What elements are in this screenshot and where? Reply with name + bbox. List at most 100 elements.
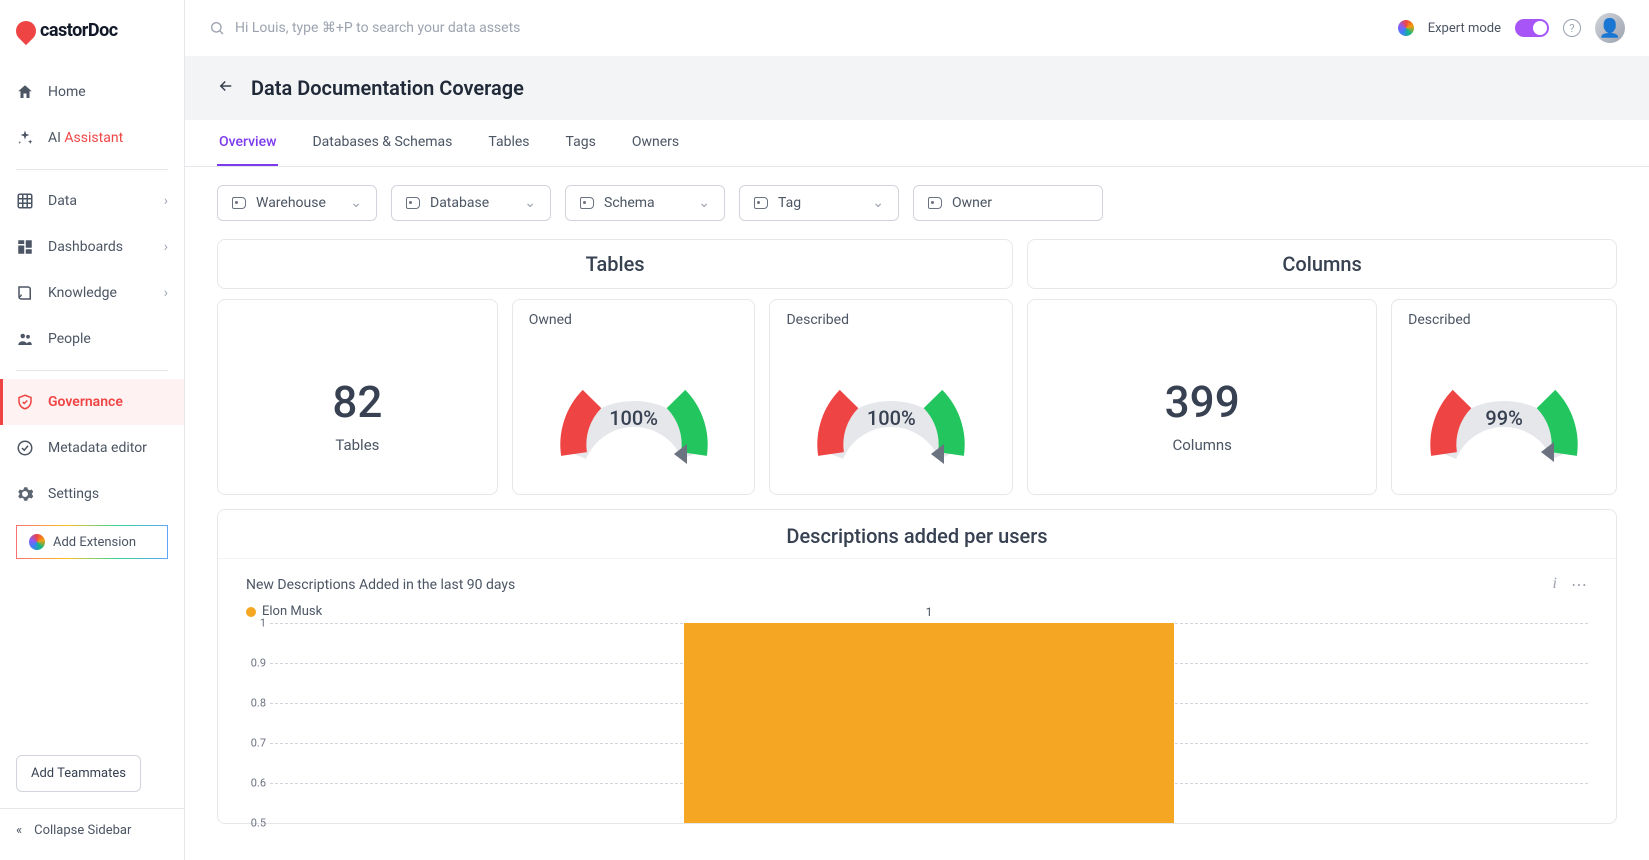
tag-icon — [232, 197, 246, 209]
columns-described-card: Described 99% — [1391, 299, 1617, 495]
sidebar-item-label: Knowledge — [48, 285, 117, 301]
topbar-right: Expert mode ? 👤 — [1398, 13, 1625, 43]
home-icon — [16, 83, 34, 101]
chevron-down-icon: ⌄ — [872, 195, 884, 211]
tables-owned-card: Owned 100% — [512, 299, 756, 495]
search-placeholder-text: Hi Louis, type ⌘+P to search your data a… — [235, 20, 520, 36]
gauge-tables-described-pct: 100% — [806, 406, 976, 430]
chart-area: New Descriptions Added in the last 90 da… — [218, 559, 1616, 823]
brand-name: castorDoc — [40, 20, 118, 41]
chevron-right-icon: › — [164, 239, 168, 255]
chevron-down-icon: ⌄ — [524, 195, 536, 211]
add-extension-label: Add Extension — [53, 535, 136, 550]
bars: 1 — [270, 623, 1588, 823]
add-extension-button[interactable]: Add Extension — [16, 525, 168, 559]
bar[interactable]: 1 — [684, 623, 1174, 823]
section-title-columns: Columns — [1028, 240, 1616, 288]
page-header: Data Documentation Coverage — [185, 56, 1649, 120]
rainbow-icon — [29, 534, 45, 550]
tag-icon — [928, 197, 942, 209]
sidebar-item-label: Home — [48, 84, 86, 100]
y-axis: 1 0.9 0.8 0.7 0.6 0.5 — [246, 623, 270, 823]
content: Tables 82 Tables Owned 100% — [185, 239, 1649, 860]
sidebar: castorDoc Home AI Assistant Data › Dashb… — [0, 0, 185, 860]
sidebar-item-label: People — [48, 331, 91, 347]
sidebar-item-governance[interactable]: Governance — [0, 379, 184, 425]
filter-tag[interactable]: Tag⌄ — [739, 185, 899, 221]
sidebar-item-label: Metadata editor — [48, 440, 147, 456]
search-input[interactable]: Hi Louis, type ⌘+P to search your data a… — [209, 20, 1386, 36]
tab-tables[interactable]: Tables — [486, 120, 531, 166]
tab-overview[interactable]: Overview — [217, 120, 278, 166]
divider — [16, 169, 168, 170]
collapse-sidebar-button[interactable]: « Collapse Sidebar — [0, 808, 184, 852]
sidebar-item-settings[interactable]: Settings — [0, 471, 184, 517]
described-label: Described — [786, 312, 996, 328]
add-teammates-button[interactable]: Add Teammates — [16, 755, 141, 792]
chevron-down-icon: ⌄ — [698, 195, 710, 211]
filter-database[interactable]: Database⌄ — [391, 185, 551, 221]
sidebar-bottom: Add Teammates « Collapse Sidebar — [0, 747, 184, 860]
topbar: Hi Louis, type ⌘+P to search your data a… — [185, 0, 1649, 56]
gauge-owned: 100% — [549, 344, 719, 474]
section-title-tables: Tables — [218, 240, 1012, 288]
owned-label: Owned — [529, 312, 739, 328]
sidebar-item-data[interactable]: Data › — [0, 178, 184, 224]
expert-mode-label: Expert mode — [1428, 21, 1501, 36]
sidebar-item-ai-assistant[interactable]: AI Assistant — [0, 115, 184, 161]
chevron-right-icon: › — [164, 285, 168, 301]
shield-icon — [16, 393, 34, 411]
tables-section: Tables 82 Tables Owned 100% — [217, 239, 1013, 495]
main: Hi Louis, type ⌘+P to search your data a… — [185, 0, 1649, 860]
sidebar-item-metadata-editor[interactable]: Metadata editor — [0, 425, 184, 471]
tables-count: 82 — [234, 376, 481, 428]
columns-count: 399 — [1044, 376, 1360, 428]
info-icon[interactable]: i — [1553, 575, 1557, 594]
back-button[interactable] — [217, 77, 235, 99]
avatar[interactable]: 👤 — [1595, 13, 1625, 43]
filters: Warehouse⌄ Database⌄ Schema⌄ Tag⌄ Owner — [185, 167, 1649, 239]
help-icon[interactable]: ? — [1563, 19, 1581, 37]
tag-icon — [580, 197, 594, 209]
gauge-tables-described: 100% — [806, 344, 976, 474]
collapse-label: Collapse Sidebar — [34, 823, 131, 838]
people-icon — [16, 330, 34, 348]
tab-owners[interactable]: Owners — [630, 120, 681, 166]
tab-databases-schemas[interactable]: Databases & Schemas — [310, 120, 454, 166]
sidebar-item-label: Settings — [48, 486, 99, 502]
tables-described-card: Described 100% — [769, 299, 1013, 495]
book-icon — [16, 284, 34, 302]
bar-chart: 1 0.9 0.8 0.7 0.6 0.5 — [270, 623, 1588, 823]
bar-value-label: 1 — [684, 605, 1174, 619]
descriptions-title: Descriptions added per users — [218, 510, 1616, 559]
legend-dot — [246, 607, 256, 617]
sidebar-item-people[interactable]: People — [0, 316, 184, 362]
gear-icon — [16, 485, 34, 503]
sidebar-item-home[interactable]: Home — [0, 69, 184, 115]
columns-section: Columns 399 Columns Described 99% — [1027, 239, 1617, 495]
rainbow-icon[interactable] — [1398, 20, 1414, 36]
filter-schema[interactable]: Schema⌄ — [565, 185, 725, 221]
more-icon[interactable]: ⋯ — [1571, 575, 1588, 594]
tab-tags[interactable]: Tags — [564, 120, 598, 166]
brand-logo[interactable]: castorDoc — [0, 0, 184, 61]
page-title: Data Documentation Coverage — [251, 76, 524, 100]
gauge-owned-pct: 100% — [549, 406, 719, 430]
chevron-down-icon: ⌄ — [350, 195, 362, 211]
filter-warehouse[interactable]: Warehouse⌄ — [217, 185, 377, 221]
sidebar-item-knowledge[interactable]: Knowledge › — [0, 270, 184, 316]
described-label: Described — [1408, 312, 1600, 328]
sidebar-item-dashboards[interactable]: Dashboards › — [0, 224, 184, 270]
descriptions-section: Descriptions added per users New Descrip… — [217, 509, 1617, 824]
grid-icon — [16, 192, 34, 210]
sidebar-item-label: Governance — [48, 394, 123, 410]
tag-icon — [406, 197, 420, 209]
sidebar-item-label: Dashboards — [48, 239, 123, 255]
filter-owner[interactable]: Owner — [913, 185, 1103, 221]
columns-count-card: 399 Columns — [1027, 299, 1377, 495]
sparkle-icon — [16, 129, 34, 147]
sidebar-nav: Home AI Assistant Data › Dashboards › Kn… — [0, 61, 184, 747]
expert-mode-toggle[interactable] — [1515, 19, 1549, 37]
dashboard-icon — [16, 238, 34, 256]
check-circle-icon — [16, 439, 34, 457]
